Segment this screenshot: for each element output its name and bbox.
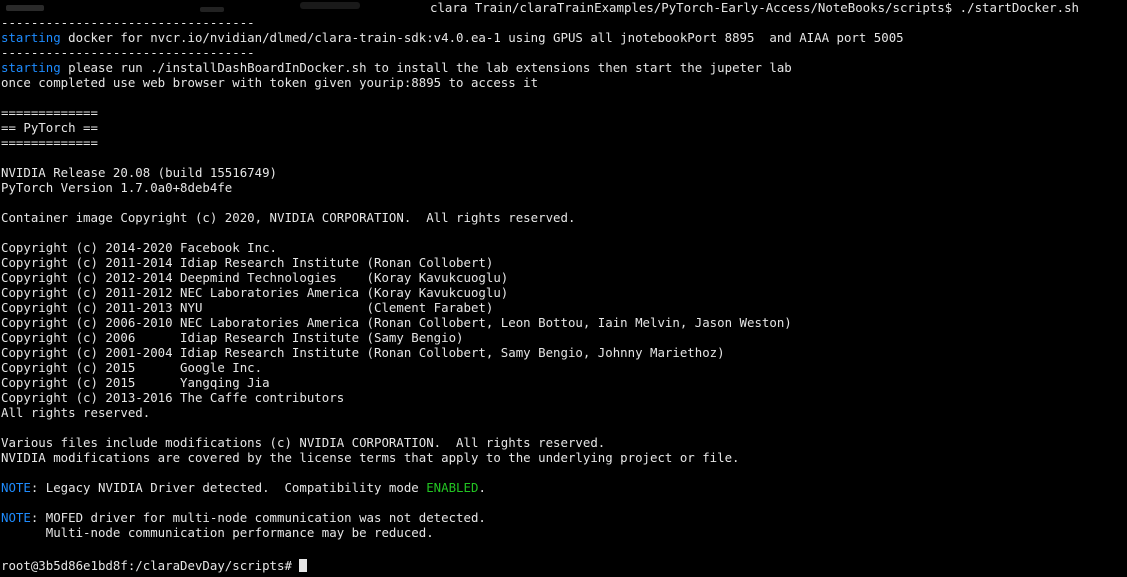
terminal-window[interactable]: clara Train/claraTrainExamples/PyTorch-E… — [0, 0, 1127, 577]
output-line: starting please run ./installDashBoardIn… — [1, 60, 792, 75]
note-label: NOTE — [1, 510, 31, 525]
output-line: NVIDIA modifications are covered by the … — [1, 450, 740, 465]
separator-line: ---------------------------------- — [1, 45, 255, 60]
starting-keyword: starting — [1, 60, 61, 75]
text-cursor[interactable] — [299, 559, 308, 572]
copyright-line: Container image Copyright (c) 2020, NVID… — [1, 210, 576, 225]
shell-prompt-line[interactable]: root@3b5d86e1bd8f:/claraDevDay/scripts# — [1, 558, 308, 573]
enabled-status: ENABLED — [426, 480, 479, 495]
copyright-line: Copyright (c) 2013-2016 The Caffe contri… — [1, 390, 345, 405]
note-text-end: . — [478, 480, 486, 495]
copyright-line: Copyright (c) 2006 Idiap Research Instit… — [1, 330, 464, 345]
separator-line: ---------------------------------- — [1, 15, 255, 30]
copyright-line: Copyright (c) 2001-2004 Idiap Research I… — [1, 345, 725, 360]
output-line: Various files include modifications (c) … — [1, 435, 606, 450]
note-line: NOTE: MOFED driver for multi-node commun… — [1, 510, 486, 525]
banner-title: == PyTorch == — [1, 120, 98, 135]
command-path: clara Train/claraTrainExamples/PyTorch-E… — [430, 0, 1080, 15]
copyright-line: Copyright (c) 2011-2012 NEC Laboratories… — [1, 285, 509, 300]
note-continuation: Multi-node communication performance may… — [1, 525, 434, 540]
copyright-line: Copyright (c) 2015 Google Inc. — [1, 360, 263, 375]
banner-line: ============= — [1, 135, 98, 150]
redacted-region — [0, 1, 425, 14]
banner-line: ============= — [1, 105, 98, 120]
rights-line: All rights reserved. — [1, 405, 151, 420]
output-line: starting docker for nvcr.io/nvidian/dlme… — [1, 30, 904, 45]
note-text: : MOFED driver for multi-node communicat… — [30, 510, 486, 525]
output-text: please run ./installDashBoardInDocker.sh… — [60, 60, 792, 75]
output-text: docker for nvcr.io/nvidian/dlmed/clara-t… — [60, 30, 904, 45]
copyright-line: Copyright (c) 2011-2013 NYU (Clement Far… — [1, 300, 494, 315]
release-line: NVIDIA Release 20.08 (build 15516749) — [1, 165, 278, 180]
copyright-line: Copyright (c) 2012-2014 Deepmind Technol… — [1, 270, 509, 285]
output-line: once completed use web browser with toke… — [1, 75, 539, 90]
note-label: NOTE — [1, 480, 31, 495]
note-line: NOTE: Legacy NVIDIA Driver detected. Com… — [1, 480, 486, 495]
previous-command-line: clara Train/claraTrainExamples/PyTorch-E… — [0, 0, 1127, 15]
copyright-line: Copyright (c) 2014-2020 Facebook Inc. — [1, 240, 278, 255]
copyright-line: Copyright (c) 2011-2014 Idiap Research I… — [1, 255, 494, 270]
copyright-line: Copyright (c) 2006-2010 NEC Laboratories… — [1, 315, 792, 330]
starting-keyword: starting — [1, 30, 61, 45]
version-line: PyTorch Version 1.7.0a0+8deb4fe — [1, 180, 233, 195]
note-text: : Legacy NVIDIA Driver detected. Compati… — [30, 480, 427, 495]
copyright-line: Copyright (c) 2015 Yangqing Jia — [1, 375, 270, 390]
shell-prompt: root@3b5d86e1bd8f:/claraDevDay/scripts# — [1, 558, 300, 573]
